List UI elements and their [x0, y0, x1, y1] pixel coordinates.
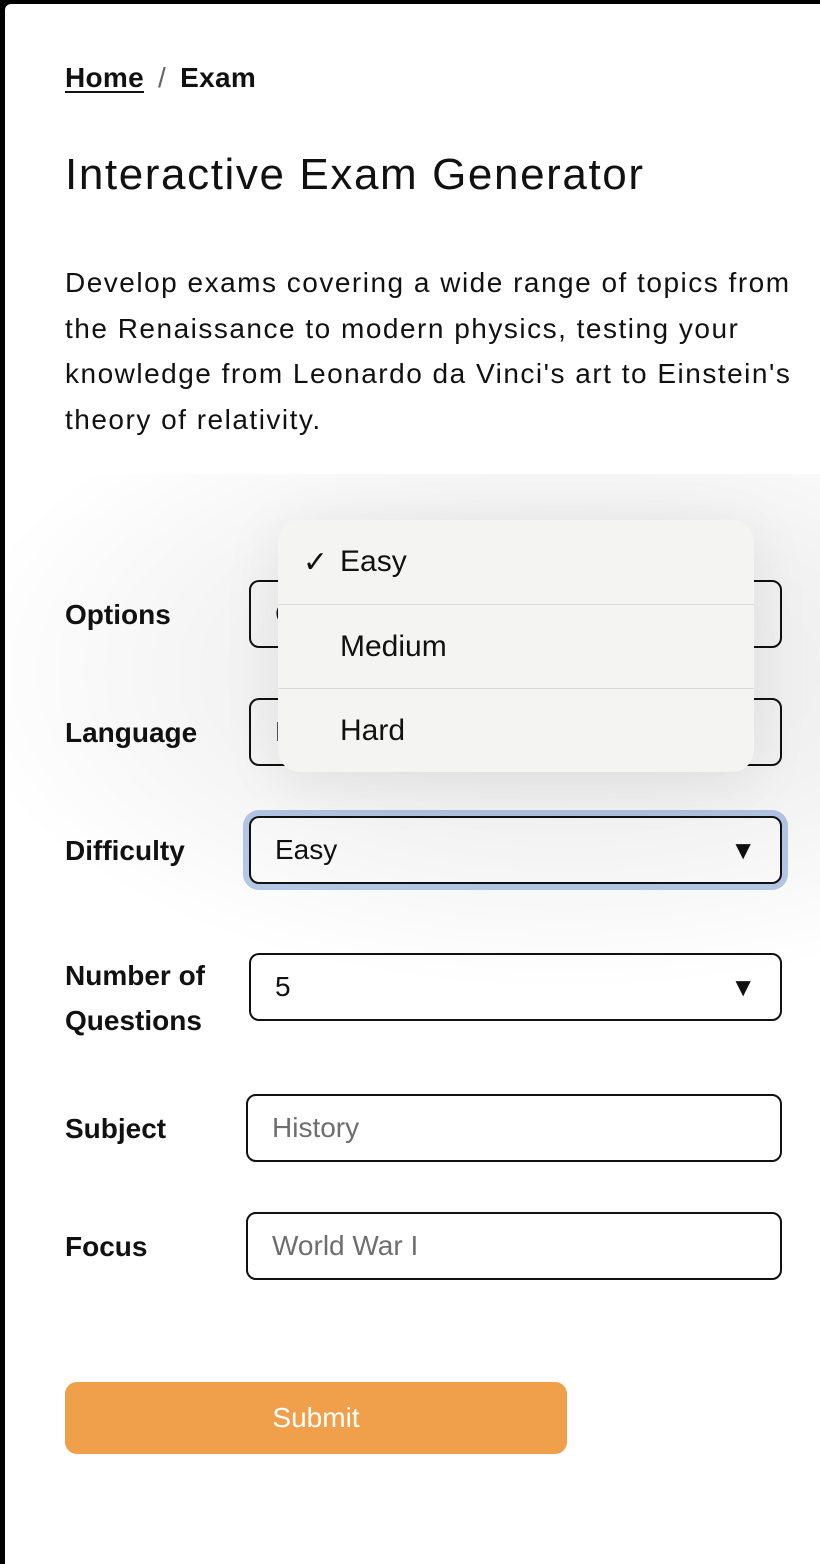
subject-input[interactable]: History: [246, 1094, 782, 1162]
dropdown-option-label: Hard: [340, 713, 406, 747]
subject-label: Subject: [65, 1112, 167, 1144]
focus-input[interactable]: World War I: [246, 1212, 782, 1280]
num-questions-label-line1: Number of: [65, 960, 205, 991]
breadcrumb-home-link[interactable]: Home: [65, 62, 144, 94]
page-description: Develop exams covering a wide range of t…: [65, 267, 792, 435]
chevron-down-icon: ▼: [730, 971, 756, 1002]
difficulty-select[interactable]: Easy ▼: [249, 816, 782, 884]
dropdown-option-easy[interactable]: ✓ Easy: [278, 520, 754, 604]
focus-row: Focus World War I: [65, 1212, 782, 1280]
num-questions-label: Number of Questions: [65, 953, 249, 1043]
focus-input-placeholder: World War I: [272, 1230, 419, 1261]
difficulty-row: Difficulty Easy ▼: [65, 816, 782, 884]
breadcrumb-separator: /: [158, 62, 167, 93]
subject-input-placeholder: History: [272, 1112, 360, 1143]
num-questions-label-line2: Questions: [65, 1005, 202, 1036]
checkmark-icon: ✓: [302, 545, 328, 579]
focus-label: Focus: [65, 1230, 148, 1262]
num-questions-select-value: 5: [275, 971, 291, 1002]
dropdown-option-hard[interactable]: Hard: [278, 688, 754, 772]
page: Home / Exam Interactive Exam Generator D…: [0, 4, 820, 1564]
difficulty-select-value: Easy: [275, 834, 338, 865]
dropdown-option-label: Easy: [340, 545, 407, 578]
difficulty-dropdown-menu: ✓ Easy Medium Hard: [278, 520, 754, 772]
num-questions-select[interactable]: 5 ▼: [249, 953, 782, 1021]
breadcrumb: Home / Exam: [65, 62, 256, 94]
submit-button[interactable]: Submit: [65, 1382, 567, 1454]
options-label: Options: [65, 598, 171, 630]
num-questions-row: Number of Questions 5 ▼: [65, 953, 782, 1043]
language-label: Language: [65, 716, 198, 748]
difficulty-label: Difficulty: [65, 834, 185, 866]
page-title: Interactive Exam Generator: [65, 150, 645, 199]
dropdown-option-medium[interactable]: Medium: [278, 604, 754, 688]
dropdown-option-label: Medium: [340, 629, 447, 663]
breadcrumb-current: Exam: [180, 62, 257, 93]
chevron-down-icon: ▼: [730, 834, 756, 865]
subject-row: Subject History: [65, 1094, 782, 1162]
